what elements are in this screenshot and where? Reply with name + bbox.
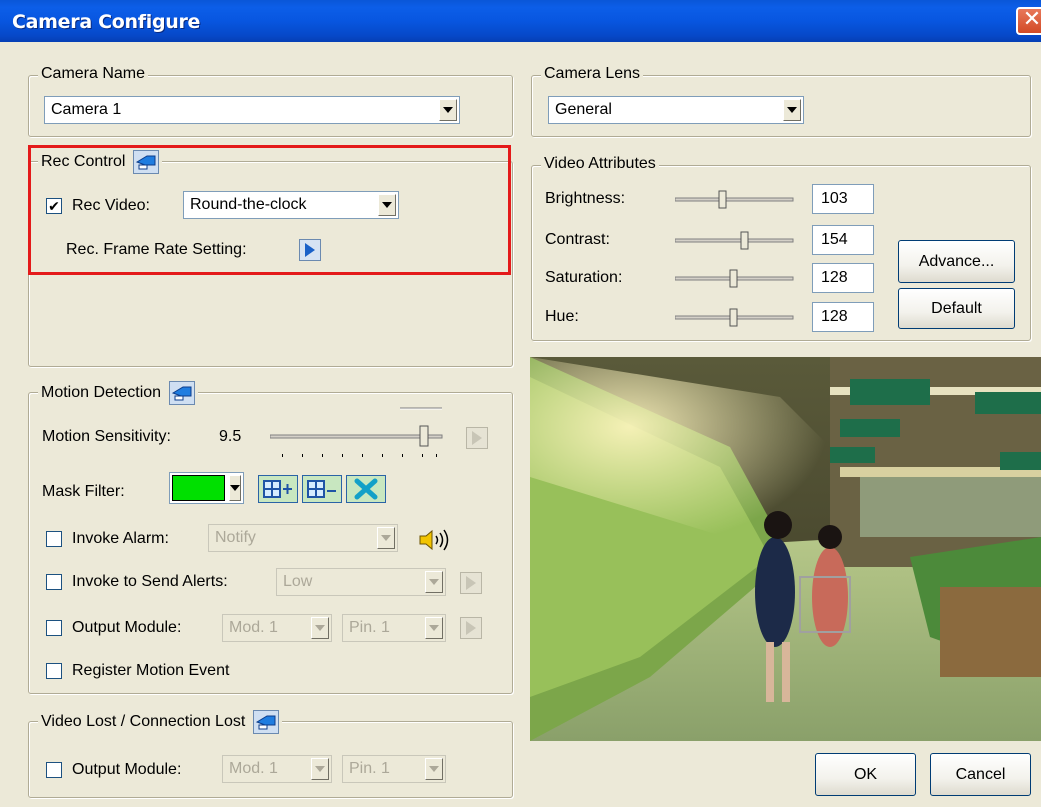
hand-pointer-icon[interactable] (133, 150, 160, 174)
hand-pointer-icon[interactable] (169, 381, 196, 405)
video-lost-pin-value: Pin. 1 (349, 760, 390, 777)
motion-sensitivity-label: Motion Sensitivity: (42, 428, 171, 445)
rec-video-label: Rec Video: (72, 197, 150, 214)
attribute-slider[interactable] (674, 188, 795, 212)
invoke-alarm-value: Notify (215, 529, 256, 546)
play-arrow-icon (305, 243, 315, 257)
chevron-down-icon[interactable] (229, 475, 241, 501)
chevron-down-icon[interactable] (377, 527, 395, 549)
mask-color-swatch (172, 475, 225, 501)
output-pin-value: Pin. 1 (349, 619, 390, 636)
send-alerts-arrow-button[interactable] (460, 572, 482, 594)
video-lost-output-label: Output Module: (72, 761, 182, 778)
motion-detection-legend: Motion Detection (38, 381, 199, 405)
invoke-alarm-select[interactable]: Notify (208, 524, 398, 552)
play-arrow-icon (466, 576, 476, 590)
invoke-alarm-label: Invoke Alarm: (72, 530, 169, 547)
attribute-label: Brightness: (545, 190, 626, 207)
ok-button[interactable]: OK (815, 753, 916, 796)
register-motion-label: Register Motion Event (72, 662, 230, 679)
attribute-label: Contrast: (545, 231, 610, 248)
video-lost-legend: Video Lost / Connection Lost (38, 710, 283, 734)
rec-video-value: Round-the-clock (190, 196, 307, 213)
cancel-button[interactable]: Cancel (930, 753, 1031, 796)
attribute-value-input[interactable]: 128 (812, 263, 874, 293)
speaker-icon[interactable] (418, 528, 458, 552)
motion-sensitivity-value: 9.5 (219, 428, 242, 445)
remove-mask-button[interactable] (302, 475, 342, 503)
chevron-down-icon[interactable] (378, 194, 396, 216)
clear-x-icon (354, 478, 378, 500)
grid-add-icon (263, 480, 292, 498)
attribute-slider[interactable] (674, 229, 795, 253)
camera-name-select[interactable]: Camera 1 (44, 96, 460, 124)
frame-rate-settings-button[interactable] (299, 239, 321, 261)
advance-button[interactable]: Advance... (898, 240, 1015, 283)
camera-preview-image (530, 357, 1041, 741)
output-module-label: Output Module: (72, 619, 182, 636)
camera-name-value: Camera 1 (51, 101, 122, 118)
mask-filter-label: Mask Filter: (42, 483, 125, 500)
camera-lens-value: General (555, 101, 612, 118)
grid-remove-icon (307, 480, 336, 498)
video-lost-pin-select[interactable]: Pin. 1 (342, 755, 446, 783)
chevron-down-icon[interactable] (425, 571, 443, 593)
frame-rate-label: Rec. Frame Rate Setting: (66, 241, 247, 258)
output-pin-select[interactable]: Pin. 1 (342, 614, 446, 642)
output-module-value: Mod. 1 (229, 619, 278, 636)
attribute-slider[interactable] (674, 306, 795, 330)
video-lost-module-select[interactable]: Mod. 1 (222, 755, 332, 783)
rec-control-legend: Rec Control (38, 150, 163, 174)
invoke-alarm-checkbox[interactable] (46, 531, 62, 547)
video-lost-output-checkbox[interactable] (46, 762, 62, 778)
slider-thumb (718, 190, 727, 209)
send-alerts-select[interactable]: Low (276, 568, 446, 596)
attribute-slider[interactable] (674, 267, 795, 291)
chevron-down-icon[interactable] (425, 617, 443, 639)
default-button[interactable]: Default (898, 288, 1015, 329)
rec-video-checkbox[interactable]: ✔ (46, 198, 62, 214)
motion-sensitivity-arrow-button[interactable] (466, 427, 488, 449)
chevron-down-icon[interactable] (311, 758, 329, 780)
chevron-down-icon[interactable] (425, 758, 443, 780)
attribute-value-input[interactable]: 128 (812, 302, 874, 332)
motion-sensitivity-slider[interactable] (269, 400, 450, 460)
camera-lens-select[interactable]: General (548, 96, 804, 124)
video-lost-module-value: Mod. 1 (229, 760, 278, 777)
camera-name-legend: Camera Name (38, 65, 149, 83)
chevron-down-icon[interactable] (439, 99, 457, 121)
attribute-value-input[interactable]: 154 (812, 225, 874, 255)
output-module-arrow-button[interactable] (460, 617, 482, 639)
chevron-down-icon[interactable] (311, 617, 329, 639)
chevron-down-icon[interactable] (783, 99, 801, 121)
rec-video-select[interactable]: Round-the-clock (183, 191, 399, 219)
send-alerts-checkbox[interactable] (46, 574, 62, 590)
attribute-value-input[interactable]: 103 (812, 184, 874, 214)
send-alerts-value: Low (283, 573, 313, 590)
output-module-select[interactable]: Mod. 1 (222, 614, 332, 642)
clear-mask-button[interactable] (346, 475, 386, 503)
close-button[interactable]: ✕ (1016, 7, 1041, 35)
attribute-label: Saturation: (545, 269, 623, 286)
slider-thumb (740, 231, 749, 250)
slider-track (674, 238, 794, 243)
mask-color-picker[interactable] (169, 472, 244, 504)
register-motion-checkbox[interactable] (46, 663, 62, 679)
slider-track (674, 197, 794, 202)
camera-lens-legend: Camera Lens (541, 65, 644, 83)
window-title: Camera Configure (12, 11, 201, 33)
slider-thumb (729, 269, 738, 288)
output-module-checkbox[interactable] (46, 620, 62, 636)
add-mask-button[interactable] (258, 475, 298, 503)
send-alerts-label: Invoke to Send Alerts: (72, 573, 228, 590)
hand-pointer-icon[interactable] (253, 710, 280, 734)
attribute-label: Hue: (545, 308, 579, 325)
slider-thumb (729, 308, 738, 327)
play-arrow-icon (466, 621, 476, 635)
video-attributes-legend: Video Attributes (541, 155, 659, 173)
play-arrow-icon (472, 431, 482, 445)
